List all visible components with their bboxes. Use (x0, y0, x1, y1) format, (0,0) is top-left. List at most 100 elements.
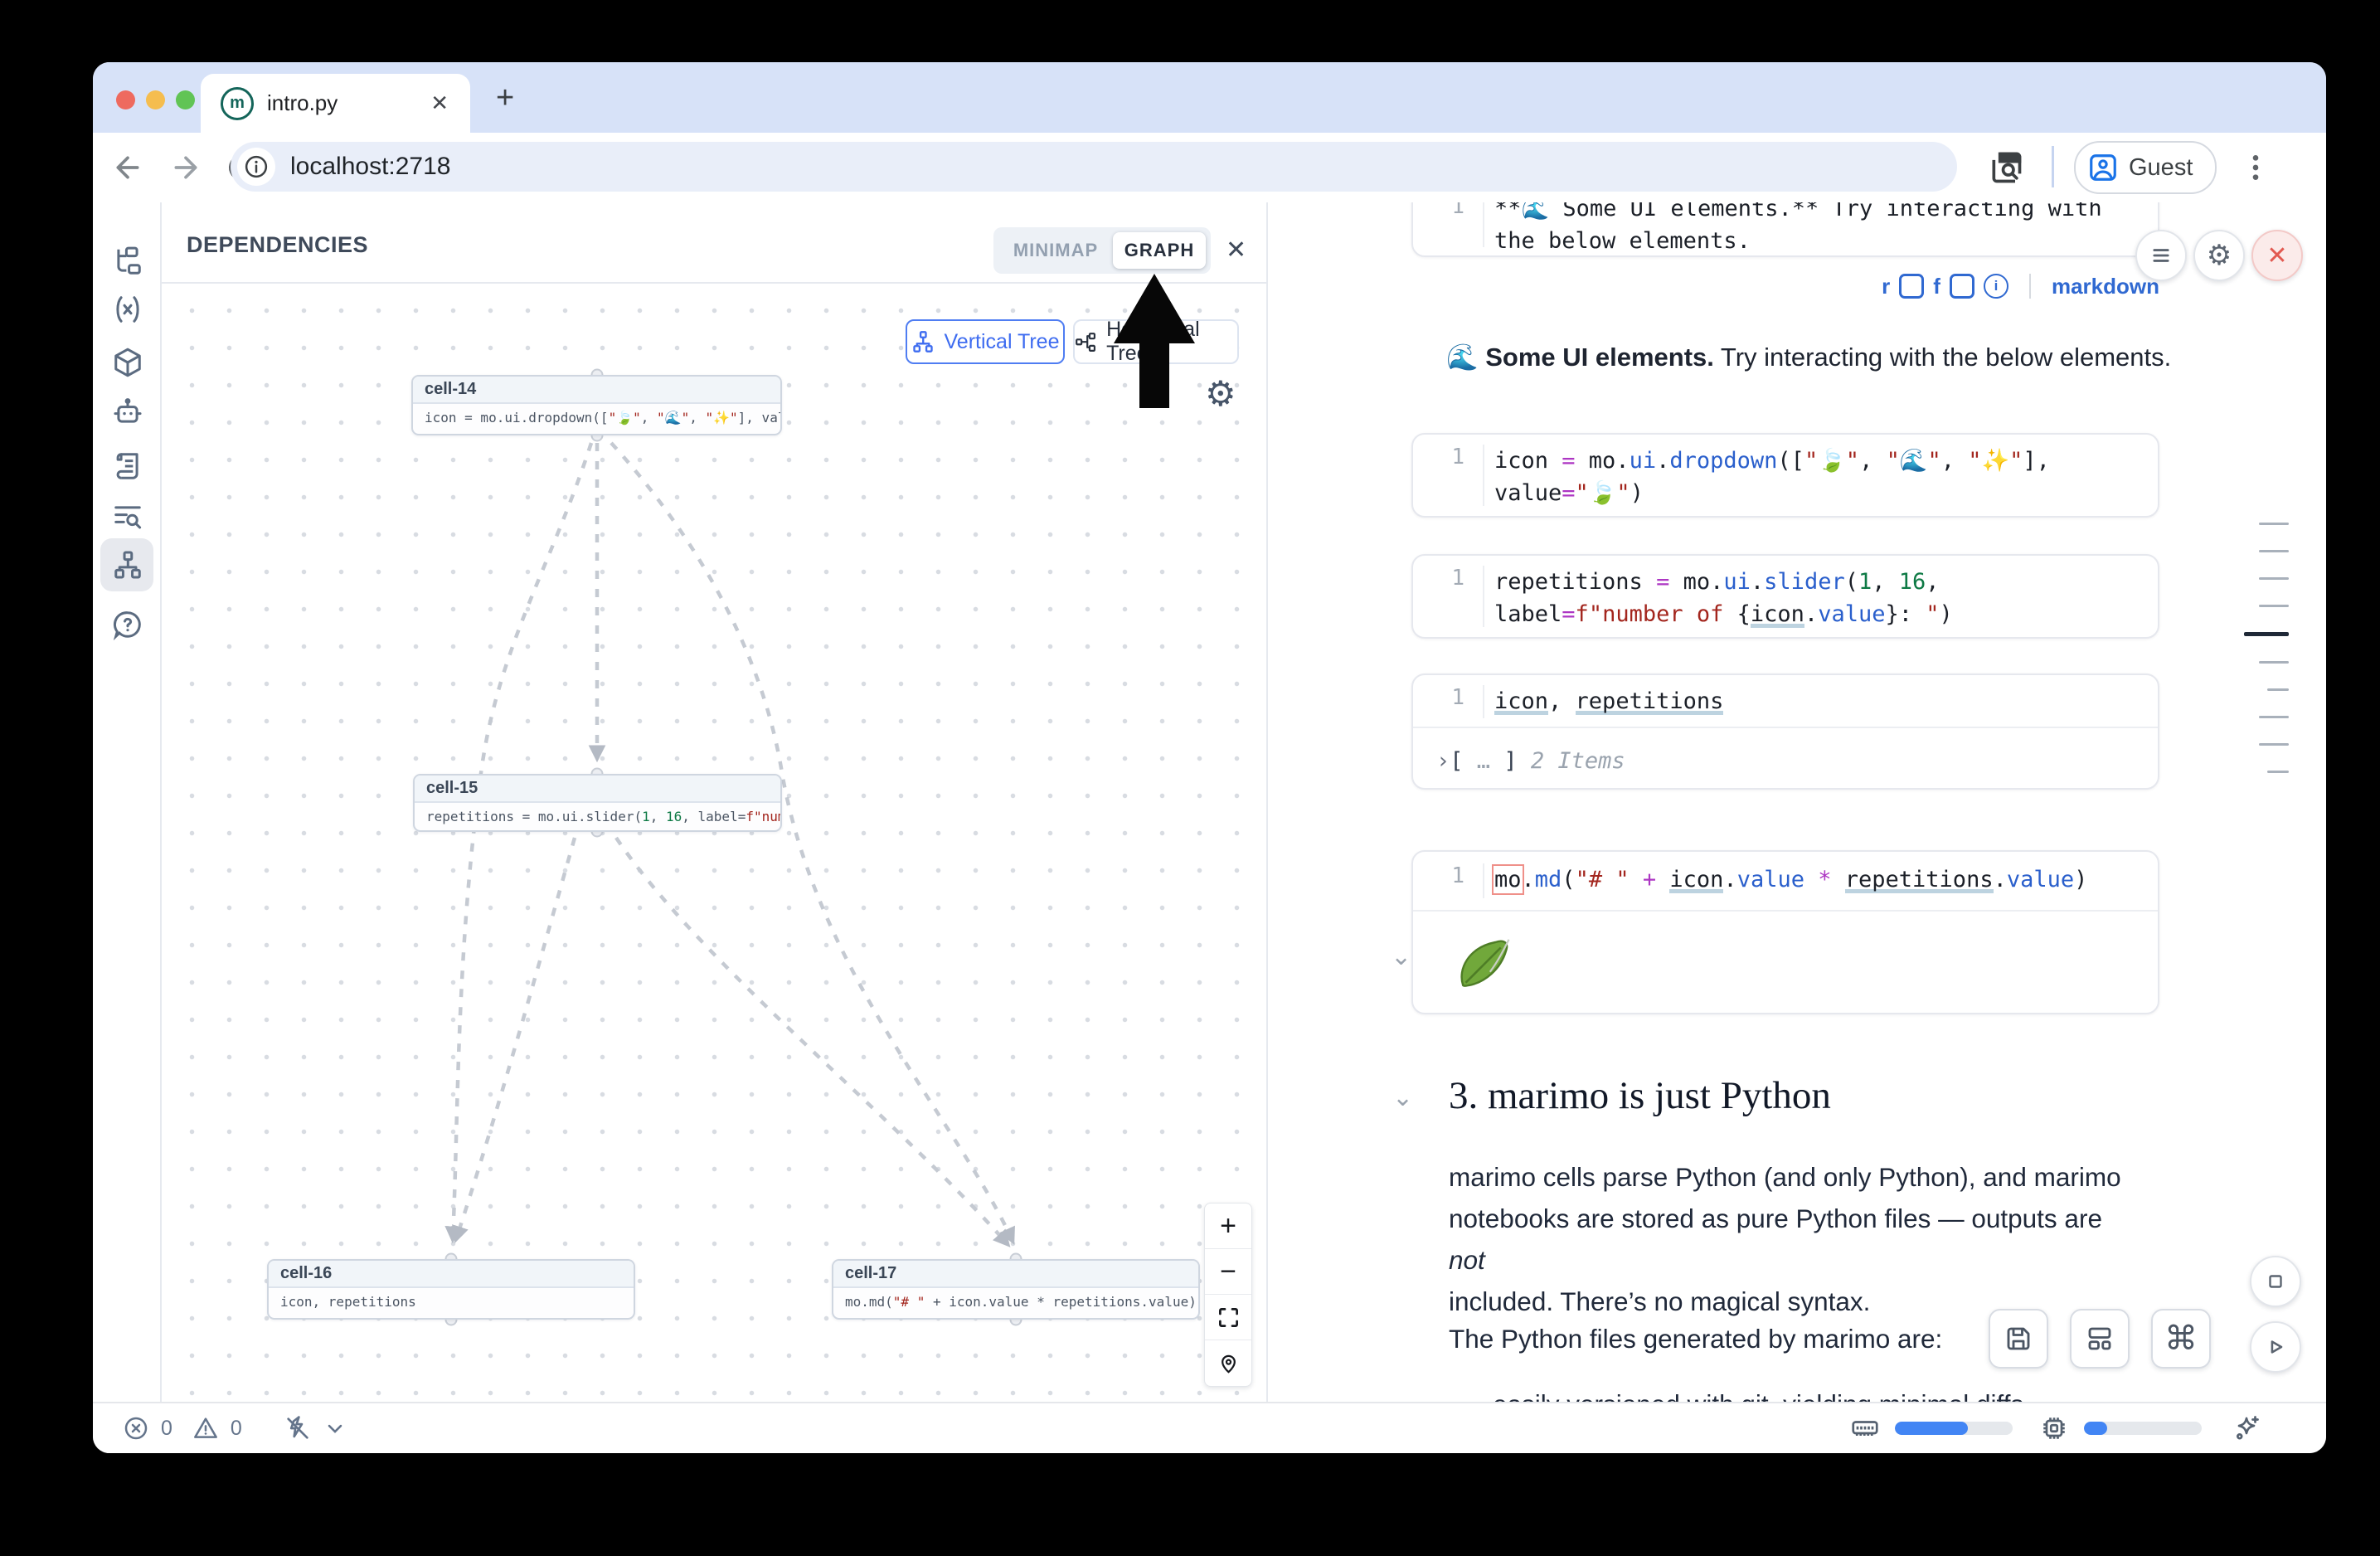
tab-search-icon[interactable] (1988, 149, 2024, 186)
graph-canvas[interactable]: Vertical Tree Horizontal Tree ⚙ cell-14 … (162, 282, 1268, 1402)
file-tree-icon[interactable] (112, 246, 143, 277)
f-toggle-checkbox[interactable] (1950, 274, 1974, 299)
location-pin-icon (1217, 1352, 1240, 1374)
window-close-button[interactable] (116, 90, 135, 109)
code-cell-momd[interactable]: 1 mo.md("# " + icon.value * repetitions.… (1411, 850, 2159, 1014)
info-icon[interactable]: i (1984, 274, 2008, 299)
profile-button[interactable]: Guest (2074, 141, 2217, 194)
gutter-divider (1483, 566, 1484, 627)
gutter-divider (1483, 685, 1484, 718)
warnings-icon[interactable] (192, 1415, 219, 1442)
code-cell-tuple[interactable]: 1 icon, repetitions ›[ … ] 2 Items (1411, 673, 2159, 790)
leaf-emoji-output (1450, 931, 1514, 996)
left-sidebar (93, 202, 160, 1402)
clipped-list-item: easily versioned with git, yielding mini… (1493, 1383, 2173, 1402)
wave-emoji: 🌊 (1446, 343, 1485, 372)
ai-sparkle-icon[interactable] (2232, 1413, 2261, 1443)
vertical-tree-button[interactable]: Vertical Tree (906, 319, 1065, 364)
graph-node-cell-15[interactable]: cell-15 repetitions = mo.ui.slider(1, 16… (413, 774, 782, 832)
line-number: 1 (1425, 445, 1464, 469)
graph-zoom-controls: + − (1204, 1203, 1252, 1387)
variables-icon[interactable] (112, 294, 143, 325)
errors-icon[interactable] (123, 1415, 149, 1442)
stop-icon (2265, 1271, 2286, 1292)
toolbar-divider (2052, 146, 2054, 187)
run-button[interactable] (2250, 1321, 2301, 1373)
horizontal-tree-button[interactable]: Horizontal Tree (1073, 319, 1239, 364)
gutter-divider (1483, 445, 1484, 506)
window-zoom-button[interactable] (176, 90, 195, 109)
browser-toolbar: localhost:2718 Guest (93, 133, 2326, 204)
fit-view-icon[interactable] (1205, 1295, 1251, 1340)
cell-minimap[interactable] (2244, 523, 2289, 773)
kebab-menu-icon[interactable] (2239, 149, 2272, 186)
forward-icon[interactable] (169, 151, 202, 184)
collapse-chevron-icon[interactable]: ⌄ (1391, 942, 1411, 971)
play-icon (2264, 1335, 2287, 1359)
dependency-graph-icon[interactable] (112, 549, 143, 581)
browser-window: m intro.py ✕ + localhost:2718 Guest (93, 62, 2326, 1453)
line-number: 1 (1425, 863, 1464, 888)
status-bar: 0 0 (93, 1402, 2326, 1453)
section-paragraph: marimo cells parse Python (and only Pyth… (1449, 1156, 2129, 1322)
ellipsis: … (1464, 748, 1504, 774)
tab-minimap[interactable]: MINIMAP (998, 240, 1113, 261)
gutter-divider (1483, 863, 1484, 898)
layout-button[interactable] (2070, 1309, 2130, 1369)
markdown-cell-toolbar: r f i markdown (1882, 270, 2159, 302)
new-tab-button[interactable]: + (496, 82, 514, 114)
ai-assistant-icon[interactable] (112, 396, 143, 428)
paragraph-italic: not (1449, 1245, 1485, 1275)
code-editor[interactable]: icon, repetitions (1494, 685, 2144, 717)
expand-chevron-icon[interactable]: › (1436, 748, 1450, 774)
code-cell-slider[interactable]: 1 repetitions = mo.ui.slider(1, 16, labe… (1411, 554, 2159, 639)
language-badge[interactable]: markdown (2052, 274, 2159, 299)
markdown-source-cell[interactable]: 1 **🌊 Some UI elements.** Try interactin… (1411, 202, 2159, 257)
formatter-off-icon[interactable] (284, 1414, 312, 1442)
horizontal-tree-label: Horizontal Tree (1106, 318, 1237, 366)
notebook-settings-button[interactable]: ⚙ (2193, 230, 2245, 281)
marimo-favicon: m (221, 87, 254, 120)
locate-node-button[interactable] (1205, 1340, 1251, 1386)
graph-settings-gear-icon[interactable]: ⚙ (1205, 373, 1236, 414)
graph-node-cell-14[interactable]: cell-14 icon = mo.ui.dropdown(["🍃", "🌊",… (411, 375, 782, 435)
chevron-down-icon[interactable] (323, 1417, 347, 1440)
section-collapse-chevron-icon[interactable]: ⌄ (1392, 1083, 1413, 1112)
keyboard-shortcuts-button[interactable]: ⌘ (2151, 1309, 2211, 1369)
code-editor[interactable]: mo.md("# " + icon.value * repetitions.va… (1494, 863, 2144, 896)
notebook-menu-button[interactable] (2135, 230, 2187, 281)
shutdown-button[interactable]: ✕ (2251, 230, 2303, 281)
logs-icon[interactable] (112, 501, 143, 532)
save-button[interactable] (1989, 1309, 2048, 1369)
panel-close-icon[interactable]: ✕ (1226, 236, 1246, 265)
cell-output-divider (1413, 727, 2158, 728)
tuple-output[interactable]: ›[ … ] 2 Items (1436, 748, 1625, 774)
back-icon[interactable] (111, 151, 144, 184)
window-minimize-button[interactable] (146, 90, 165, 109)
cpu-icon (2039, 1413, 2069, 1443)
zoom-out-button[interactable]: − (1205, 1249, 1251, 1295)
r-toggle-checkbox[interactable] (1899, 274, 1924, 299)
code-cell-dropdown[interactable]: 1 icon = mo.ui.dropdown(["🍃", "🌊", "✨"],… (1411, 433, 2159, 518)
scratchpad-icon[interactable] (112, 450, 143, 482)
packages-icon[interactable] (112, 347, 143, 378)
code-editor[interactable]: icon = mo.ui.dropdown(["🍃", "🌊", "✨"], v… (1494, 445, 2144, 509)
interrupt-button[interactable] (2250, 1256, 2301, 1307)
paragraph-text: marimo cells parse Python (and only Pyth… (1449, 1162, 2121, 1233)
tab-title: intro.py (267, 90, 430, 116)
code-editor[interactable]: **🌊 Some UI elements.** Try interacting … (1494, 202, 2144, 257)
url-text: localhost:2718 (290, 153, 450, 181)
url-bar[interactable]: localhost:2718 (231, 142, 1957, 192)
toolbar-divider (2029, 274, 2031, 299)
tab-close-icon[interactable]: ✕ (430, 90, 449, 116)
code-editor[interactable]: repetitions = mo.ui.slider(1, 16, label=… (1494, 566, 2144, 630)
bracket-open: [ (1450, 748, 1463, 774)
help-icon[interactable] (112, 609, 143, 640)
site-info-icon[interactable] (237, 148, 275, 186)
graph-node-cell-17[interactable]: cell-17 mo.md("# " + icon.value * repeti… (832, 1259, 1200, 1320)
graph-node-cell-16[interactable]: cell-16 icon, repetitions (267, 1259, 635, 1320)
browser-tab[interactable]: m intro.py ✕ (201, 74, 470, 133)
vertical-tree-icon (911, 330, 935, 353)
zoom-in-button[interactable]: + (1205, 1203, 1251, 1249)
tab-graph[interactable]: GRAPH (1113, 232, 1206, 269)
